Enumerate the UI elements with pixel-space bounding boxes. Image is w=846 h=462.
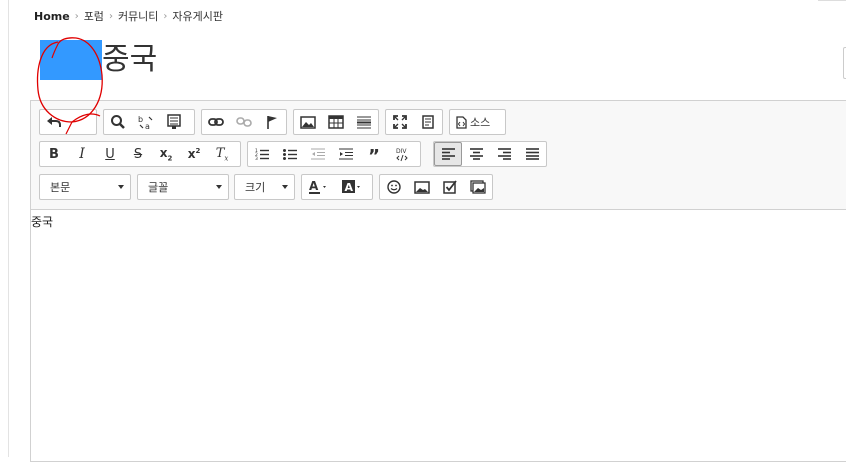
breadcrumb-home[interactable]: Home — [34, 10, 70, 23]
page-title: 중국 — [102, 42, 158, 77]
remove-format-icon[interactable]: Tx — [208, 142, 236, 166]
bulleted-list-icon[interactable] — [276, 142, 304, 166]
numbered-list-icon[interactable]: 123 — [248, 142, 276, 166]
align-center-icon[interactable] — [462, 142, 490, 166]
align-group — [433, 141, 547, 167]
editor-toolbar: ba 소스 B I U S x2 x2 Tx 1 2 3 ” DIV 본문 글꼴… — [31, 101, 846, 210]
div-container-icon[interactable]: DIV — [388, 142, 416, 166]
smiley-icon[interactable] — [380, 175, 408, 199]
underline-icon[interactable]: U — [96, 142, 124, 166]
caret-down-icon — [118, 185, 124, 189]
link-icon[interactable] — [202, 110, 230, 134]
paragraph-format-value: 본문 — [50, 181, 71, 194]
color-group: A A — [301, 174, 373, 200]
indent-icon[interactable] — [332, 142, 360, 166]
svg-text:A: A — [345, 181, 354, 194]
background-color-icon[interactable]: A — [336, 175, 370, 199]
strikethrough-icon[interactable]: S — [124, 142, 152, 166]
bold-icon[interactable]: B — [40, 142, 68, 166]
source-button[interactable]: 소스 — [450, 110, 496, 134]
history-group — [39, 109, 97, 135]
search-icon[interactable] — [104, 110, 132, 134]
svg-text:A: A — [309, 180, 319, 193]
italic-icon[interactable]: I — [68, 142, 96, 166]
unlink-icon[interactable] — [230, 110, 258, 134]
image-icon[interactable] — [294, 110, 322, 134]
font-family-value: 글꼴 — [148, 181, 169, 194]
select-all-icon[interactable] — [160, 110, 188, 134]
breadcrumb-community[interactable]: 커뮤니티 — [118, 8, 158, 24]
align-justify-icon[interactable] — [518, 142, 546, 166]
redacted-block — [40, 40, 102, 80]
blockquote-icon[interactable]: ” — [360, 142, 388, 166]
subscript-icon[interactable]: x2 — [152, 142, 180, 166]
superscript-icon[interactable]: x2 — [180, 142, 208, 166]
font-size-value: 크기 — [245, 181, 266, 194]
checkbox-icon[interactable] — [436, 175, 464, 199]
svg-text:3: 3 — [255, 156, 258, 160]
source-group: 소스 — [449, 109, 506, 135]
chevron-right-icon: › — [108, 10, 113, 22]
basic-styles-group: B I U S x2 x2 Tx — [39, 141, 241, 167]
breadcrumb-free-board[interactable]: 자유게시판 — [172, 8, 223, 24]
svg-text:DIV: DIV — [396, 148, 407, 155]
view-group — [385, 109, 443, 135]
image-upload-icon[interactable] — [408, 175, 436, 199]
text-color-icon[interactable]: A — [302, 175, 336, 199]
image-gallery-icon[interactable] — [464, 175, 492, 199]
caret-down-icon — [282, 185, 288, 189]
caret-down-icon — [216, 185, 222, 189]
redo-icon[interactable] — [68, 110, 96, 134]
link-group — [201, 109, 287, 135]
replace-icon[interactable]: ba — [132, 110, 160, 134]
breadcrumb-forum[interactable]: 포럼 — [84, 8, 104, 24]
find-group: ba — [103, 109, 195, 135]
font-size-select[interactable]: 크기 — [234, 174, 295, 200]
font-family-select[interactable]: 글꼴 — [137, 174, 229, 200]
fullscreen-icon[interactable] — [386, 110, 414, 134]
paragraph-format-select[interactable]: 본문 — [39, 174, 131, 200]
breadcrumb: Home › 포럼 › 커뮤니티 › 자유게시판 — [34, 8, 223, 24]
editor-content[interactable]: 중국 — [31, 210, 53, 230]
flag-icon[interactable] — [258, 110, 286, 134]
top-right-border — [818, 0, 846, 1]
source-label: 소스 — [470, 116, 491, 129]
left-border — [8, 0, 9, 457]
outdent-icon[interactable] — [304, 142, 332, 166]
title-input[interactable]: 중국 — [40, 40, 157, 80]
show-blocks-icon[interactable] — [414, 110, 442, 134]
undo-icon[interactable] — [40, 110, 68, 134]
chevron-right-icon: › — [163, 10, 168, 22]
align-left-icon[interactable] — [434, 142, 462, 166]
chevron-right-icon: › — [74, 10, 79, 22]
horizontal-rule-icon[interactable] — [350, 110, 378, 134]
paragraph-group: 123 ” DIV — [247, 141, 421, 167]
rich-text-editor: ba 소스 B I U S x2 x2 Tx 1 2 3 ” DIV 본문 글꼴… — [30, 100, 846, 462]
svg-text:b: b — [138, 115, 143, 124]
extras-group — [379, 174, 493, 200]
insert-group — [293, 109, 379, 135]
table-icon[interactable] — [322, 110, 350, 134]
svg-text:a: a — [145, 122, 150, 130]
align-right-icon[interactable] — [490, 142, 518, 166]
